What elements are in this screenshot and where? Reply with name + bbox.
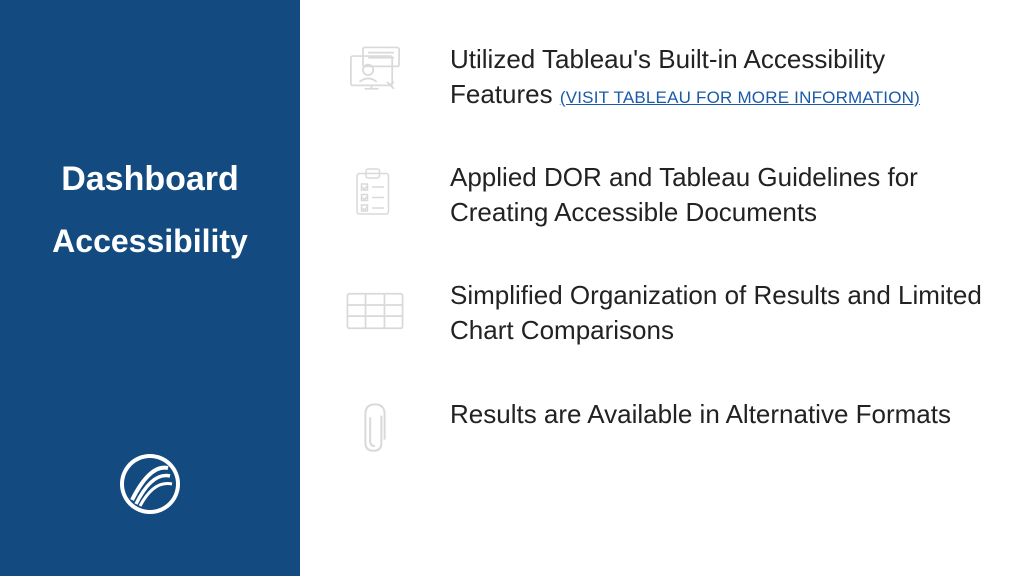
content-area: Utilized Tableau's Built-in Accessibilit… [300, 0, 1024, 576]
feature-item: Results are Available in Alternative For… [340, 395, 984, 465]
feature-text: Applied DOR and Tableau Guidelines for C… [450, 158, 984, 230]
paperclip-icon [340, 395, 410, 465]
tableau-info-link[interactable]: (VISIT TABLEAU FOR MORE INFORMATION) [560, 88, 920, 107]
feature-item: Applied DOR and Tableau Guidelines for C… [340, 158, 984, 230]
sidebar-title-group: Dashboard Accessibility [0, 160, 300, 260]
feature-item: Utilized Tableau's Built-in Accessibilit… [340, 40, 984, 112]
feature-text: Simplified Organization of Results and L… [450, 276, 984, 348]
clipboard-checklist-icon [340, 158, 410, 228]
sidebar-title-line2: Accessibility [0, 223, 300, 260]
feature-text: Results are Available in Alternative For… [450, 395, 951, 432]
monitor-user-icon [340, 40, 410, 110]
sidebar: Dashboard Accessibility [0, 0, 300, 576]
brand-logo-icon [118, 452, 182, 516]
table-grid-icon [340, 276, 410, 346]
sidebar-title-line1: Dashboard [0, 160, 300, 199]
feature-item: Simplified Organization of Results and L… [340, 276, 984, 348]
feature-text: Utilized Tableau's Built-in Accessibilit… [450, 40, 984, 112]
